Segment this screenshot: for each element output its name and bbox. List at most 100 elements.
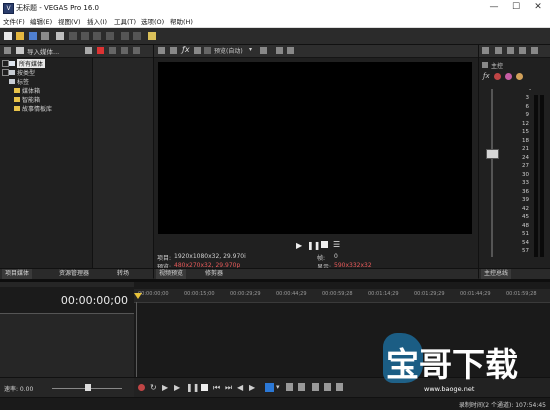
chevron-down-icon[interactable]: ▾	[249, 46, 252, 53]
tab-project-media[interactable]: 项目媒体	[2, 269, 33, 279]
split-screen-icon[interactable]	[194, 47, 201, 54]
tab-trimmer[interactable]: 修剪器	[202, 269, 226, 279]
go-to-start-icon[interactable]: ⏮	[213, 383, 220, 393]
meter-scale-label: 21	[522, 146, 529, 152]
play-from-start-icon[interactable]: ▶	[162, 383, 168, 392]
go-to-end-icon[interactable]: ⏭	[225, 383, 232, 393]
play-icon[interactable]: ▶	[296, 241, 302, 250]
tab-video-preview[interactable]: 视频预览	[156, 269, 187, 279]
rate-slider-handle[interactable]	[85, 384, 91, 391]
normal-edit-tool-icon[interactable]	[265, 383, 274, 392]
save-icon[interactable]	[29, 32, 37, 40]
next-frame-icon[interactable]: ▶	[249, 383, 255, 392]
folder-icon	[14, 106, 20, 111]
tab-explorer[interactable]: 资源管理器	[56, 269, 92, 279]
play-icon[interactable]: ▶	[174, 383, 180, 392]
tree-expand-icon[interactable]	[2, 69, 9, 76]
menu-help[interactable]: 帮助(H)	[170, 16, 193, 26]
marker-icon[interactable]	[336, 383, 343, 391]
mixer-icon[interactable]	[495, 47, 502, 54]
panel-gear-icon[interactable]	[158, 47, 165, 54]
dim-icon[interactable]	[519, 47, 526, 54]
layout-icon[interactable]	[260, 47, 267, 54]
tree-item-all-media[interactable]: 所有媒体	[17, 59, 46, 68]
project-media-panel: 导入媒体... 所有媒体 按类型 标签 媒体箱 智能箱 故事情板库	[0, 45, 153, 268]
copy-snapshot-icon[interactable]	[276, 47, 283, 54]
preview-tabs: 视频预览 修剪器	[154, 268, 478, 279]
menu-file[interactable]: 文件(F)	[3, 16, 25, 26]
selection-tool-icon[interactable]	[298, 383, 305, 391]
capture-icon[interactable]	[85, 47, 92, 54]
open-folder-icon[interactable]	[16, 32, 24, 40]
meter-scale-label: 42	[522, 205, 529, 212]
search-icon[interactable]	[133, 47, 140, 54]
record-icon[interactable]	[494, 73, 501, 80]
tree-collapse-icon[interactable]	[2, 60, 9, 67]
panel-gear-icon[interactable]	[4, 47, 11, 54]
stop-icon[interactable]	[201, 384, 208, 391]
master-title: 主控	[491, 63, 504, 70]
menu-insert[interactable]: 插入(I)	[87, 16, 107, 26]
tag-icon	[9, 79, 15, 84]
fx-icon[interactable]: ƒx	[483, 72, 490, 80]
maximize-button[interactable]: ☐	[505, 0, 527, 15]
new-file-icon[interactable]	[4, 32, 12, 40]
cut-icon[interactable]	[69, 32, 77, 40]
preview-properties-icon[interactable]	[170, 47, 177, 54]
tree-item-storyboard[interactable]: 故事情板库	[22, 104, 52, 113]
redo-icon[interactable]	[133, 32, 141, 40]
minimize-button[interactable]: —	[483, 0, 505, 15]
media-fx-icon[interactable]	[109, 47, 116, 54]
preview-quality-dropdown[interactable]: 预览(自动)	[214, 46, 243, 55]
overlay-icon[interactable]	[204, 47, 211, 54]
pause-icon[interactable]: ❚❚	[186, 383, 199, 392]
settings-icon[interactable]	[56, 32, 64, 40]
downmix-icon[interactable]	[507, 47, 514, 54]
views-icon[interactable]	[121, 47, 128, 54]
master-toolbar	[479, 45, 550, 58]
delete-icon[interactable]	[106, 32, 114, 40]
solo-icon[interactable]	[505, 73, 512, 80]
snap-icon[interactable]	[148, 32, 156, 40]
menu-view[interactable]: 视图(V)	[58, 16, 81, 26]
save-snapshot-icon[interactable]	[287, 47, 294, 54]
mute-icon[interactable]	[531, 47, 538, 54]
ruler-tick-label: 00:01:59;28	[506, 291, 537, 297]
tab-transitions[interactable]: 转场	[114, 269, 132, 279]
menu-lines-icon[interactable]: ☰	[333, 240, 340, 249]
paste-icon[interactable]	[93, 32, 101, 40]
previous-frame-icon[interactable]: ◀	[237, 383, 243, 392]
trim-icon[interactable]	[324, 383, 331, 391]
import-icon[interactable]	[16, 47, 24, 54]
copy-icon[interactable]	[81, 32, 89, 40]
chevron-down-icon[interactable]: ▾	[276, 383, 280, 391]
loop-icon[interactable]: ↻	[150, 383, 157, 392]
meter-scale-label: 18	[522, 137, 529, 144]
meter-scale-label: 36	[522, 188, 529, 195]
menu-edit[interactable]: 编辑(E)	[30, 16, 52, 26]
tree-item-smart-bins[interactable]: 智能箱	[22, 95, 40, 104]
tab-master-bus[interactable]: 主控总线	[481, 269, 512, 279]
tree-item-tags[interactable]: 标签	[17, 77, 29, 86]
master-fader[interactable]	[486, 149, 499, 159]
close-button[interactable]: ✕	[527, 0, 549, 15]
automation-icon[interactable]	[516, 73, 523, 80]
menu-tools[interactable]: 工具(T)	[114, 16, 136, 26]
envelope-tool-icon[interactable]	[286, 383, 293, 391]
import-media-button[interactable]: 导入媒体...	[27, 46, 59, 56]
fx-icon[interactable]: ƒx	[182, 45, 190, 54]
remove-icon[interactable]	[97, 47, 104, 54]
record-button[interactable]	[138, 384, 145, 391]
split-icon[interactable]	[312, 383, 319, 391]
playhead-marker[interactable]	[134, 293, 142, 299]
properties-icon[interactable]	[41, 32, 49, 40]
tree-item-media-bins[interactable]: 媒体箱	[22, 86, 40, 95]
tree-item-by-type[interactable]: 按类型	[17, 68, 35, 77]
menu-options[interactable]: 选项(O)	[141, 16, 164, 26]
stop-icon[interactable]	[321, 241, 328, 248]
pause-icon[interactable]: ❚❚	[307, 241, 320, 250]
panel-gear-icon[interactable]	[482, 47, 489, 54]
folder-icon	[14, 97, 20, 102]
master-bus-panel: 主控 ƒx - 3 6 9 12 15 18 21 24 27 30 33 36 39 42 45 48 51 5…	[479, 45, 550, 268]
undo-icon[interactable]	[121, 32, 129, 40]
